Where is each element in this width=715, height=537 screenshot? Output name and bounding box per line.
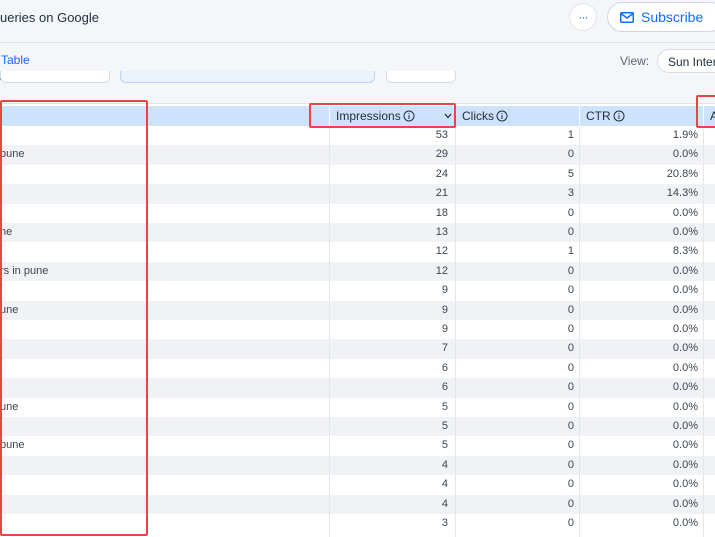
impressions-cell: 18 <box>435 206 448 219</box>
ctr-cell: 0.0% <box>672 206 698 219</box>
clicks-cell: 0 <box>567 420 574 432</box>
clicks-cell: 0 <box>567 264 574 277</box>
ctr-cell: 0.0% <box>672 381 698 394</box>
clicks-cell: 0 <box>567 148 574 161</box>
impressions-cell: 4 <box>441 478 448 491</box>
clicks-cell: 3 <box>567 187 574 200</box>
impressions-cell: 7 <box>441 342 448 355</box>
view-select[interactable]: Sun Inter <box>657 49 715 73</box>
clicks-cell: 0 <box>567 478 574 491</box>
search-control[interactable] <box>120 71 375 83</box>
clicks-cell: 0 <box>567 400 574 413</box>
column-divider <box>579 126 580 537</box>
ctr-cell: 0.0% <box>672 458 698 471</box>
page-title: ueries on Google <box>0 10 100 25</box>
clicks-cell: 0 <box>567 439 574 452</box>
impressions-cell: 4 <box>441 458 448 471</box>
info-icon[interactable] <box>613 110 625 122</box>
clicks-cell: 0 <box>567 303 574 316</box>
impressions-cell: 5 <box>441 400 448 413</box>
subscribe-label: Subscribe <box>641 9 704 25</box>
more-icon: ··· <box>578 10 589 24</box>
ctr-cell: 0.0% <box>672 420 698 432</box>
ctr-cell: 0.0% <box>672 497 698 510</box>
more-actions-button[interactable]: ··· <box>569 3 597 31</box>
column-divider <box>703 126 704 537</box>
top-bar: ueries on Google ··· Subscribe <box>0 0 715 43</box>
impressions-cell: 29 <box>435 148 448 161</box>
impressions-cell: 9 <box>441 323 448 335</box>
impressions-cell: 6 <box>441 361 448 374</box>
info-icon[interactable] <box>496 110 508 122</box>
column-divider <box>329 126 330 537</box>
impressions-cell: 6 <box>441 381 448 394</box>
ctr-cell: 14.3% <box>666 187 698 200</box>
filter-control[interactable] <box>0 71 110 83</box>
ctr-cell: 0.0% <box>672 361 698 374</box>
clicks-cell: 0 <box>567 206 574 219</box>
next-column-highlight <box>696 95 715 128</box>
impressions-header-highlight <box>309 103 456 128</box>
clicks-cell: 0 <box>567 323 574 335</box>
column-header-ctr[interactable]: CTR <box>586 106 696 126</box>
column-label: Clicks <box>462 109 494 123</box>
ctr-cell: 0.0% <box>672 342 698 355</box>
view-label: View: <box>620 54 650 68</box>
column-label: CTR <box>586 109 611 123</box>
impressions-cell: 9 <box>441 303 448 316</box>
column-divider <box>455 126 456 537</box>
mail-icon <box>620 11 634 23</box>
column-divider <box>579 106 580 126</box>
impressions-cell: 24 <box>435 167 448 180</box>
column-header-clicks[interactable]: Clicks <box>462 106 572 126</box>
ctr-cell: 0.0% <box>672 148 698 161</box>
clicks-cell: 0 <box>567 458 574 471</box>
impressions-cell: 5 <box>441 439 448 452</box>
impressions-cell: 5 <box>441 420 448 432</box>
clicks-cell: 0 <box>567 517 574 529</box>
clicks-cell: 0 <box>567 342 574 355</box>
clicks-cell: 1 <box>567 129 574 141</box>
impressions-cell: 21 <box>435 187 448 200</box>
ctr-cell: 8.3% <box>672 245 698 258</box>
toolbar: Table View: Sun Inter <box>0 43 715 104</box>
query-column-highlight <box>0 100 148 536</box>
clicks-cell: 0 <box>567 226 574 238</box>
ctr-cell: 20.8% <box>666 167 698 180</box>
clicks-cell: 0 <box>567 361 574 374</box>
subscribe-button[interactable]: Subscribe <box>607 2 715 32</box>
ctr-cell: 0.0% <box>672 303 698 316</box>
clicks-cell: 0 <box>567 497 574 510</box>
clicks-cell: 0 <box>567 284 574 297</box>
ctr-cell: 0.0% <box>672 226 698 238</box>
clicks-cell: 1 <box>567 245 574 258</box>
ctr-cell: 0.0% <box>672 517 698 529</box>
ctr-cell: 0.0% <box>672 323 698 335</box>
clicks-cell: 5 <box>567 167 574 180</box>
ctr-cell: 0.0% <box>672 264 698 277</box>
clicks-cell: 0 <box>567 381 574 394</box>
impressions-cell: 4 <box>441 497 448 510</box>
ctr-cell: 0.0% <box>672 478 698 491</box>
ctr-cell: 0.0% <box>672 284 698 297</box>
ctr-cell: 0.0% <box>672 400 698 413</box>
impressions-cell: 12 <box>435 245 448 258</box>
impressions-cell: 3 <box>441 517 448 529</box>
options-control[interactable] <box>386 71 456 83</box>
impressions-cell: 13 <box>435 226 448 238</box>
ctr-cell: 1.9% <box>672 129 698 141</box>
impressions-cell: 9 <box>441 284 448 297</box>
impressions-cell: 12 <box>435 264 448 277</box>
impressions-cell: 53 <box>435 129 448 141</box>
ctr-cell: 0.0% <box>672 439 698 452</box>
